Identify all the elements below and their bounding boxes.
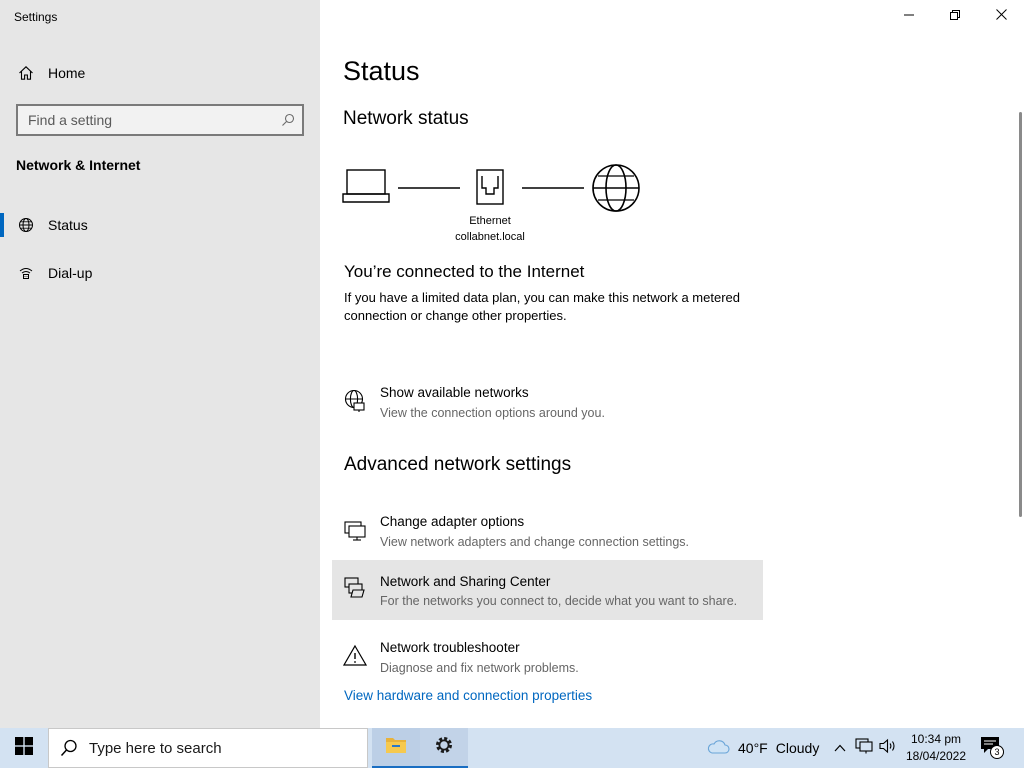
- search-icon[interactable]: [274, 113, 302, 127]
- window-title: Settings: [14, 10, 58, 24]
- sidebar-item-status[interactable]: Status: [0, 205, 320, 245]
- network-status-heading: Network status: [343, 108, 469, 129]
- network-diagram: [342, 164, 640, 212]
- scrollbar[interactable]: [1019, 112, 1022, 517]
- status-page: Status Network status Ethernet collabnet…: [320, 0, 1024, 728]
- close-button[interactable]: [978, 0, 1024, 32]
- option-title: Change adapter options: [380, 514, 525, 529]
- adapter-domain: collabnet.local: [455, 231, 525, 243]
- settings-sidebar: Settings Home Network & Internet Status …: [0, 0, 320, 728]
- taskbar-search[interactable]: Type here to search: [48, 728, 368, 768]
- network-troubleshooter[interactable]: Network troubleshooter Diagnose and fix …: [332, 633, 763, 693]
- close-icon: [995, 7, 1007, 25]
- minimize-button[interactable]: [886, 0, 932, 32]
- show-available-networks[interactable]: Show available networks View the connect…: [332, 378, 763, 438]
- option-description: View the connection options around you.: [380, 406, 605, 420]
- option-description: For the networks you connect to, decide …: [380, 594, 738, 608]
- show-hidden-icons-button[interactable]: [830, 738, 850, 758]
- sidebar-section-title: Network & Internet: [16, 157, 141, 173]
- minimize-icon: [904, 7, 914, 25]
- restore-button[interactable]: [932, 0, 978, 32]
- network-sharing-center[interactable]: Network and Sharing Center For the netwo…: [332, 560, 763, 620]
- sidebar-item-home[interactable]: Home: [0, 53, 320, 93]
- page-title: Status: [343, 56, 420, 86]
- ethernet-icon: [476, 169, 504, 205]
- option-title: Network and Sharing Center: [380, 574, 551, 589]
- warning-icon: [342, 643, 368, 669]
- sharing-center-icon: [342, 574, 368, 600]
- weather-condition: Cloudy: [775, 740, 820, 756]
- network-icon: [855, 737, 873, 759]
- connected-description: If you have a limited data plan, you can…: [344, 290, 740, 323]
- sidebar-item-dial-up[interactable]: Dial-up: [0, 253, 320, 293]
- taskbar-search-placeholder: Type here to search: [89, 739, 222, 757]
- laptop-icon: [342, 169, 390, 203]
- weather-widget[interactable]: 40°F Cloudy: [706, 728, 819, 768]
- home-icon: [16, 63, 36, 83]
- folder-icon: [385, 735, 407, 760]
- clock-time: 10:34 pm: [910, 732, 962, 746]
- adapter-name: Ethernet: [469, 215, 511, 227]
- restore-icon: [950, 7, 960, 25]
- hardware-properties-link[interactable]: View hardware and connection properties: [344, 688, 592, 703]
- adapter-label: Ethernet collabnet.local: [440, 213, 540, 245]
- option-title: Show available networks: [380, 385, 529, 400]
- notification-count-badge: 3: [990, 745, 1004, 759]
- change-adapter-options[interactable]: Change adapter options View network adap…: [332, 507, 763, 567]
- search-icon: [49, 739, 89, 757]
- speaker-icon: [879, 738, 897, 759]
- network-globe-icon: [342, 388, 368, 414]
- network-tray-button[interactable]: [854, 737, 874, 759]
- sidebar-item-label: Dial-up: [48, 265, 93, 281]
- option-description: View network adapters and change connect…: [380, 535, 689, 549]
- weather-temperature: 40°F: [738, 740, 768, 756]
- windows-logo-icon: [15, 736, 33, 760]
- find-setting-search[interactable]: [16, 104, 304, 136]
- volume-button[interactable]: [878, 738, 898, 758]
- status-icon: [16, 215, 36, 235]
- taskbar-clock[interactable]: 10:34 pm 18/04/2022: [900, 731, 972, 765]
- adapter-icon: [342, 517, 368, 543]
- sidebar-item-label: Home: [48, 65, 86, 81]
- advanced-settings-heading: Advanced network settings: [344, 454, 572, 475]
- option-description: Diagnose and fix network problems.: [380, 661, 579, 675]
- dial-up-icon: [16, 263, 36, 283]
- option-title: Network troubleshooter: [380, 640, 520, 655]
- cloud-icon: [706, 739, 730, 758]
- sidebar-item-label: Status: [48, 217, 88, 233]
- selection-indicator: [0, 213, 4, 237]
- taskbar-file-explorer[interactable]: [372, 728, 420, 768]
- notifications-button[interactable]: 3: [980, 736, 1006, 760]
- start-button[interactable]: [0, 728, 48, 768]
- chevron-up-icon: [834, 739, 846, 757]
- taskbar: Type here to search 40°F Cloudy 10:34 pm…: [0, 728, 1024, 768]
- taskbar-settings[interactable]: [420, 728, 468, 768]
- connected-heading: You’re connected to the Internet: [344, 262, 585, 281]
- gear-icon: [434, 735, 454, 760]
- globe-icon: [592, 164, 640, 212]
- clock-date: 18/04/2022: [905, 749, 967, 763]
- find-setting-input[interactable]: [18, 106, 274, 134]
